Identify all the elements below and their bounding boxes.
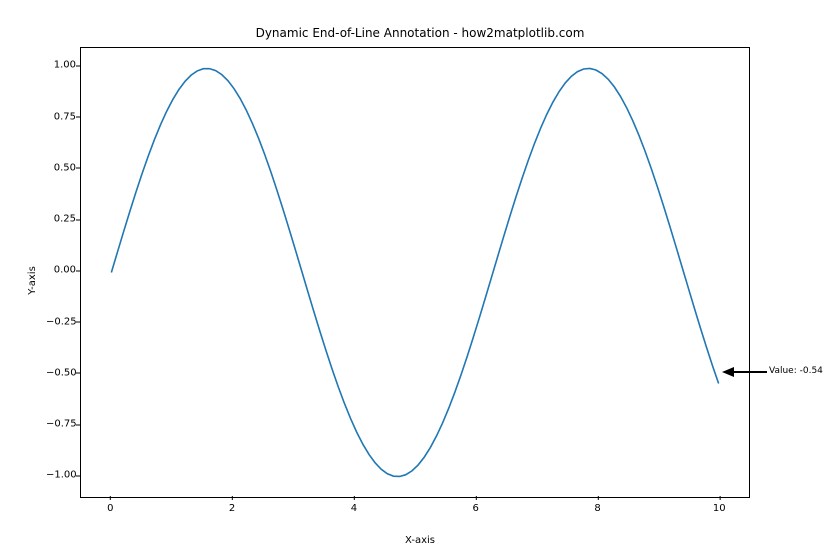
- x-tick: 6: [473, 499, 479, 514]
- x-tick: 8: [594, 499, 600, 514]
- y-tick: −0.50: [46, 367, 76, 378]
- y-tick: 0.00: [46, 265, 76, 276]
- y-tick: 1.00: [46, 60, 76, 71]
- y-tick: 0.75: [46, 111, 76, 122]
- y-tick: −0.75: [46, 419, 76, 430]
- y-tick: 0.25: [46, 214, 76, 225]
- x-tick: 10: [713, 499, 726, 514]
- chart-title: Dynamic End-of-Line Annotation - how2mat…: [0, 26, 840, 40]
- y-axis-label: Y-axis: [18, 0, 47, 560]
- x-tick: 0: [107, 499, 113, 514]
- x-tick: 2: [229, 499, 235, 514]
- figure: Dynamic End-of-Line Annotation - how2mat…: [0, 0, 840, 560]
- x-tick: 4: [351, 499, 357, 514]
- arrow-icon: [719, 365, 769, 379]
- y-tick: −0.25: [46, 316, 76, 327]
- x-axis-label: X-axis: [0, 535, 840, 546]
- sine-line: [81, 48, 749, 497]
- y-tick: −1.00: [46, 470, 76, 481]
- y-tick: 0.50: [46, 162, 76, 173]
- annotation-text: Value: -0.54: [769, 366, 823, 376]
- plot-area: [80, 47, 750, 498]
- series-line: [111, 68, 718, 476]
